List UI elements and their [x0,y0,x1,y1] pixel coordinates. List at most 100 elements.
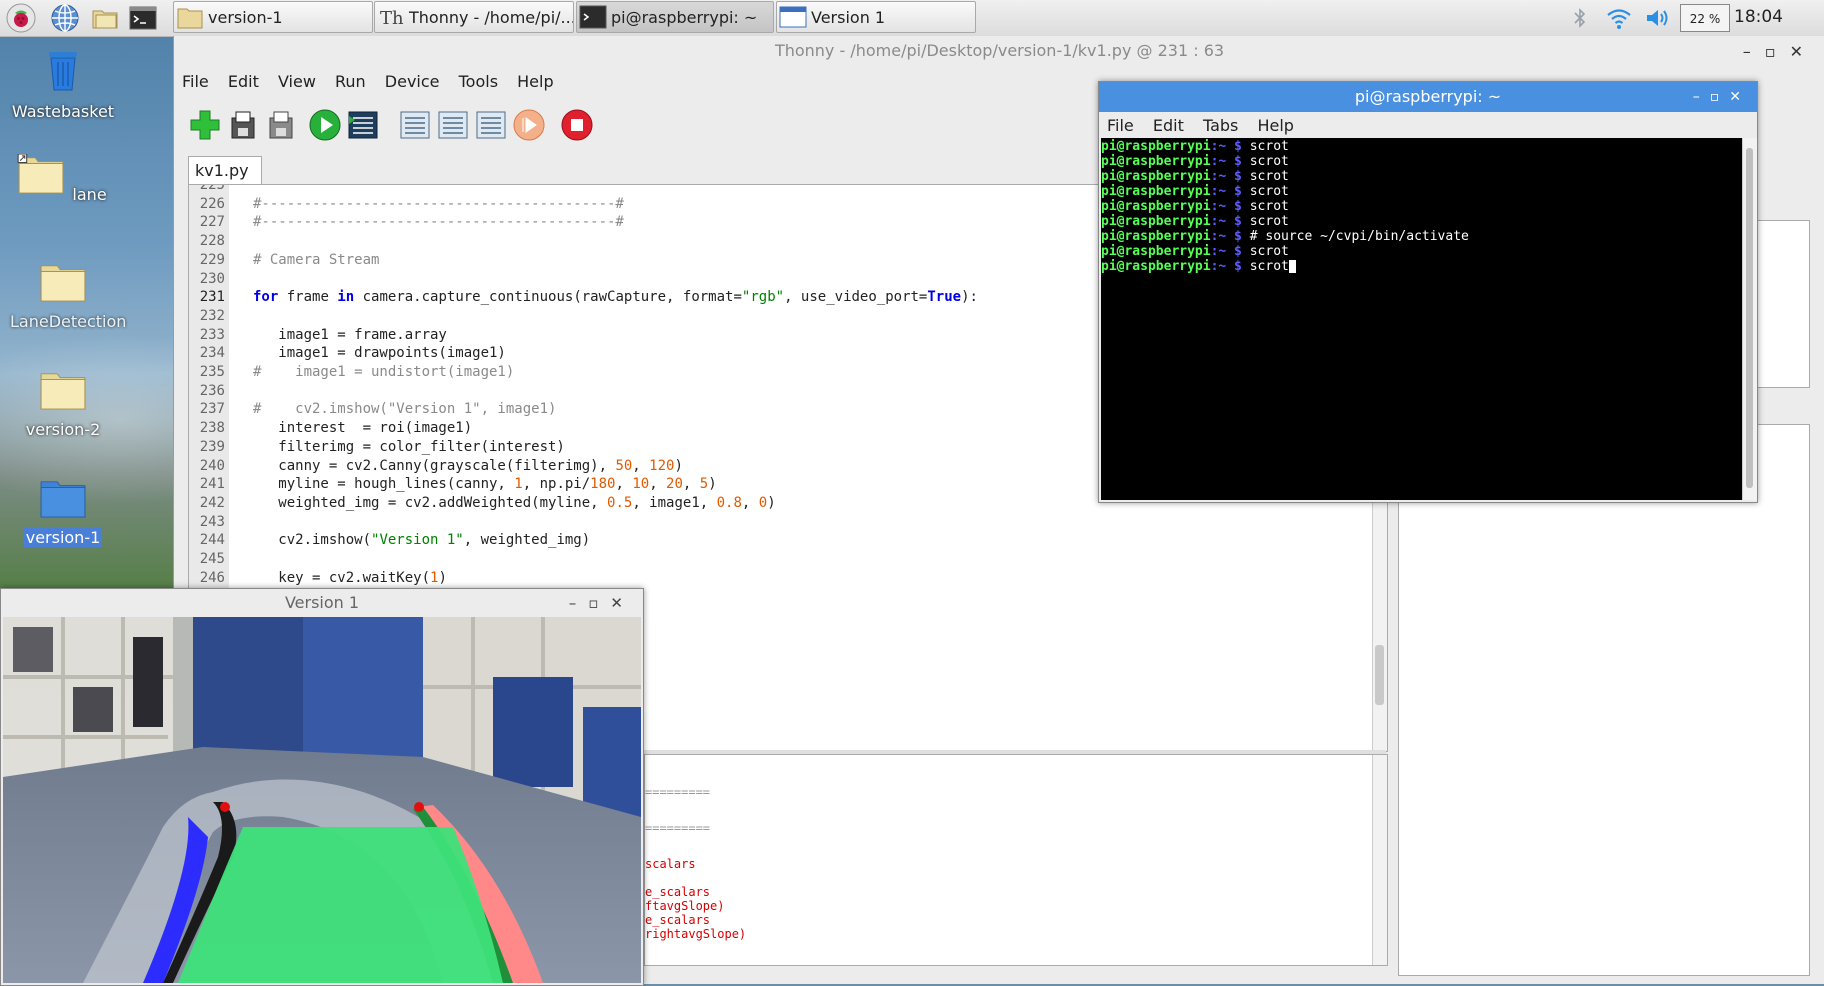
command-text: scrot [1241,154,1289,169]
camera-frame [3,617,641,983]
maximize-icon[interactable]: ▫ [1710,89,1730,105]
code-text: # Camera Stream [253,251,380,268]
line-number: 238 [199,420,225,437]
save-file-icon[interactable] [264,108,298,142]
menu-bar: File Edit View Run Device Tools Help [182,72,568,91]
prompt-path: :~ $ [1210,154,1242,169]
terminal-launcher-icon[interactable] [128,3,158,33]
command-text: scrot [1241,184,1289,199]
menu-tools[interactable]: Tools [459,72,498,91]
desktop-icon-version-1[interactable]: version-1 [8,478,118,547]
task-video-window[interactable]: Version 1 [776,1,976,33]
close-icon[interactable]: ✕ [1729,89,1751,105]
terminal-scrollbar[interactable] [1742,138,1757,500]
step-out-icon[interactable] [474,108,508,142]
command-text: # source ~/cvpi/bin/activate [1241,229,1469,244]
task-terminal[interactable]: pi@raspberrypi: ~ [576,1,774,33]
wifi-icon[interactable] [1606,6,1632,30]
minimize-icon[interactable]: – [1743,42,1765,61]
code-text: image1 = frame.array [253,326,447,343]
window-icon [779,6,807,28]
menu-run[interactable]: Run [335,72,366,91]
line-number: 243 [199,513,225,530]
step-into-icon[interactable] [436,108,470,142]
prompt-path: :~ $ [1210,139,1242,154]
outline-panel[interactable] [1398,424,1810,976]
shell-scrollbar[interactable] [1372,755,1387,965]
close-icon[interactable]: ✕ [1790,42,1817,61]
desktop-icon-version-2[interactable]: version-2 [8,370,118,439]
minimize-icon[interactable]: – [569,594,589,612]
prompt-path: :~ $ [1210,184,1242,199]
menu-edit[interactable]: Edit [228,72,259,91]
maximize-icon[interactable]: ▫ [588,594,610,612]
new-file-icon[interactable] [188,108,222,142]
debug-icon[interactable] [346,108,380,142]
menu-help[interactable]: Help [517,72,553,91]
window-title: Thonny - /home/pi/Desktop/version-1/kv1.… [774,41,1225,60]
terminal-line: pi@raspberrypi:~ $ # source ~/cvpi/bin/a… [1101,229,1469,244]
desktop-icon-label: lane [72,185,107,204]
terminal-cursor [1288,260,1296,273]
terminal-title: pi@raspberrypi: ~ [1099,82,1757,112]
menu-file[interactable]: File [182,72,209,91]
command-text: scrot [1241,139,1289,154]
terminal-output[interactable]: pi@raspberrypi:~ $ scrot pi@raspberrypi:~… [1101,138,1744,500]
clock[interactable]: 18:04 [1734,7,1783,27]
close-icon[interactable]: ✕ [610,594,635,612]
line-number: 242 [199,494,225,511]
line-number: 228 [199,233,225,250]
prompt-path: :~ $ [1210,169,1242,184]
cpu-monitor[interactable]: 22 % [1680,4,1730,32]
step-over-icon[interactable] [398,108,432,142]
terminal-line: pi@raspberrypi:~ $ scrot [1101,184,1289,199]
code-text: myline = hough_lines(canny, 1, np.pi/180… [253,476,717,493]
run-icon[interactable] [308,108,342,142]
menu-device[interactable]: Device [385,72,440,91]
task-label: Version 1 [811,8,886,27]
menu-view[interactable]: View [278,72,316,91]
folder-icon [177,8,203,29]
shell-panel[interactable]: ========= ========= scalars e_scalars ftavgS… [644,754,1388,966]
file-manager-icon[interactable] [90,3,120,33]
task-thonny[interactable]: Th Thonny - /home/pi/... [374,1,574,33]
minimize-icon[interactable]: – [1693,89,1710,105]
video-window: Version 1 –▫✕ [0,588,644,986]
prompt-path: :~ $ [1210,244,1242,259]
line-number: 226 [199,195,225,212]
wastebasket-icon [49,52,77,91]
prompt-user: pi@raspberrypi [1101,229,1211,244]
shell-line: rightavgSlope) [645,927,747,941]
open-file-icon[interactable] [226,108,260,142]
svg-text:Th: Th [380,8,404,29]
command-text: scrot [1241,199,1289,214]
shell-line: ftavgSlope) [645,899,725,913]
volume-icon[interactable] [1644,6,1672,30]
terminal-menu-edit[interactable]: Edit [1153,116,1184,135]
terminal-menu-file[interactable]: File [1107,116,1134,135]
terminal-line: pi@raspberrypi:~ $ scrot [1101,169,1289,184]
video-window-title: Version 1 [284,593,360,612]
tab-kv1-py[interactable]: kv1.py ✕ [188,156,262,207]
task-label: version-1 [208,8,283,27]
desktop-icon-label: version-1 [23,528,103,547]
maximize-icon[interactable]: ▫ [1765,42,1790,61]
line-number: 225 [199,184,225,193]
shell-line: scalars [645,857,696,871]
resume-icon[interactable] [512,108,546,142]
prompt-user: pi@raspberrypi [1101,154,1211,169]
stop-icon[interactable] [560,108,594,142]
shell-line: ========= [645,785,711,799]
desktop-icon-lane[interactable]: lane [8,153,118,204]
desktop-icon-wastebasket[interactable]: Wastebasket [8,44,118,121]
web-browser-icon[interactable] [50,3,80,33]
terminal-menu-help[interactable]: Help [1257,116,1293,135]
raspberry-menu-icon[interactable] [6,3,36,33]
task-file-manager[interactable]: version-1 [173,1,373,33]
desktop-icon-lanedetection[interactable]: LaneDetection [8,262,126,331]
prompt-path: :~ $ [1210,229,1242,244]
terminal-line: pi@raspberrypi:~ $ scrot [1101,244,1289,259]
terminal-menu-tabs[interactable]: Tabs [1203,116,1238,135]
bluetooth-icon[interactable] [1572,6,1588,30]
video-window-controls: –▫✕ [569,589,635,617]
